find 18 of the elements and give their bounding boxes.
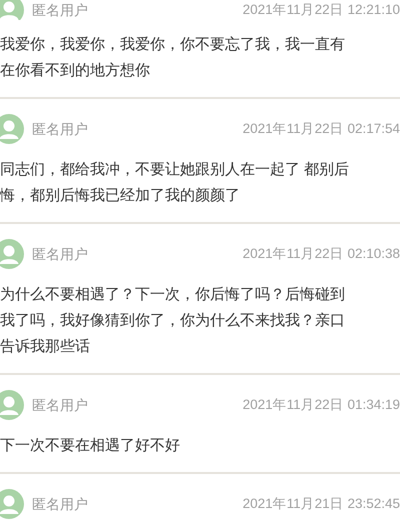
comment-text: 下一次不要在相遇了好不好 [0, 436, 181, 456]
user-name: 匿名用户 [32, 396, 88, 414]
comment-text: 在你看不到的地方想你 [0, 61, 151, 81]
user-name: 匿名用户 [32, 494, 88, 514]
user-name: 匿名用户 [32, 244, 88, 264]
comment-text: 悔，都别后悔我已经加了我的颜颜了 [0, 186, 241, 206]
comment-time: 2021年11月22日 02:10:38 [242, 244, 400, 263]
comment-text: 告诉我那些话 [0, 337, 91, 357]
comment-time: 2021年11月22日 12:21:10 [242, 0, 400, 19]
comment-time: 2021年11月22日 02:17:54 [242, 120, 400, 138]
user-name: 匿名用户 [32, 0, 88, 20]
user-name: 匿名用户 [32, 120, 88, 138]
comment-time: 2021年11月21日 23:52:45 [242, 494, 400, 513]
comment-text: 我了吗，我好像猜到你了，你为什么不来找我？亲口 [0, 311, 346, 331]
comment-time: 2021年11月22日 01:34:19 [242, 396, 400, 414]
comment-text: 我爱你，我爱你，我爱你，你不要忘了我，我一直有 [0, 35, 346, 55]
comment-text: 同志们，都给我冲，不要让她跟别人在一起了 都别后 [0, 160, 350, 180]
comment-text: 为什么不要相遇了？下一次，你后悔了吗？后悔碰到 [0, 285, 346, 305]
